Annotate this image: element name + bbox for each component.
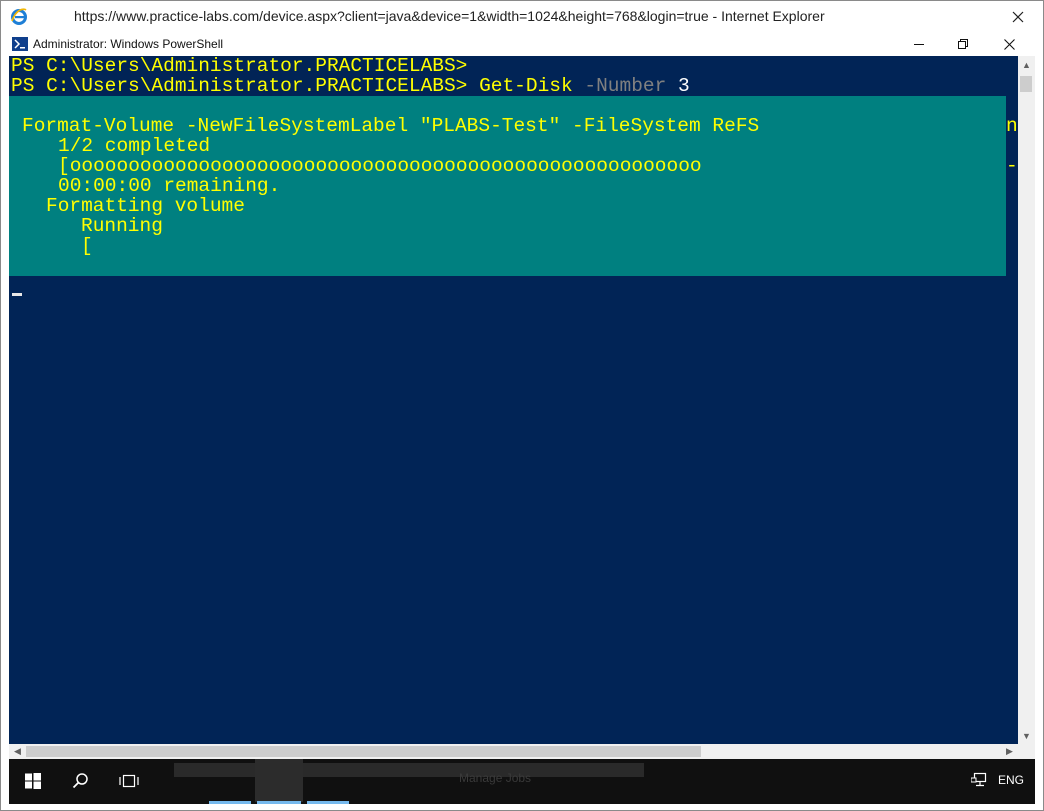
progress-bar: [ooooooooooooooooooooooooooooooooooooooo… (58, 155, 702, 177)
internet-explorer-icon (10, 7, 28, 25)
task-view-button[interactable] (105, 759, 153, 802)
scroll-up-icon[interactable]: ▲ (1018, 56, 1035, 73)
progress-panel: Format-Volume -NewFileSystemLabel "PLABS… (9, 96, 1018, 276)
powershell-window: Administrator: Windows PowerShell PS C:\… (9, 32, 1035, 759)
windows-start-icon (25, 772, 41, 789)
progress-activity: Format-Volume -NewFileSystemLabel "PLABS… (22, 115, 760, 137)
sub-progress-bar: [ (81, 235, 93, 257)
taskbar-app-indicator-3 (307, 801, 349, 804)
search-icon (72, 772, 88, 788)
browser-titlebar: https://www.practice-labs.com/device.asp… (1, 1, 1043, 32)
horizontal-scroll-thumb[interactable] (26, 746, 701, 757)
vertical-scrollbar[interactable]: ▲ ▼ (1018, 56, 1035, 744)
console-output[interactable]: PS C:\Users\Administrator.PRACTICELABS> … (9, 56, 1018, 744)
progress-status: 1/2 completed (58, 135, 211, 157)
prompt-line-2: PS C:\Users\Administrator.PRACTICELABS> … (11, 76, 690, 96)
taskbar-app-indicator-2 (257, 801, 301, 804)
command-value: 3 (678, 75, 690, 97)
restore-icon (958, 39, 968, 49)
close-icon (1012, 11, 1024, 22)
restore-button[interactable] (941, 32, 985, 56)
minimize-button[interactable] (897, 32, 941, 56)
task-view-icon (119, 774, 139, 787)
clipped-text: n (1006, 115, 1018, 137)
browser-window: https://www.practice-labs.com/device.asp… (0, 0, 1044, 811)
prompt-line-1: PS C:\Users\Administrator.PRACTICELABS> (11, 56, 468, 77)
powershell-titlebar: Administrator: Windows PowerShell (9, 32, 1035, 56)
sub-status: Running (81, 215, 163, 237)
scroll-right-icon[interactable]: ▶ (1001, 744, 1018, 759)
prompt-text: PS C:\Users\Administrator.PRACTICELABS> (11, 75, 468, 97)
scrollbar-corner (1018, 744, 1035, 759)
ghost-window-text: Manage Jobs (459, 771, 532, 785)
progress-remaining: 00:00:00 remaining. (58, 175, 281, 197)
taskbar: Manage Jobs ENG (9, 759, 1035, 804)
language-indicator[interactable]: ENG (998, 773, 1024, 787)
close-button[interactable] (987, 32, 1031, 56)
sub-activity: Formatting volume (46, 195, 245, 217)
command-param: -Number (584, 75, 667, 97)
taskbar-app-active[interactable] (255, 759, 303, 802)
taskbar-app-indicator-1 (209, 801, 251, 804)
powershell-title: Administrator: Windows PowerShell (33, 37, 224, 51)
browser-close-button[interactable] (993, 1, 1043, 32)
command-cmdlet: Get-Disk (479, 75, 573, 97)
close-icon (1003, 38, 1015, 50)
vertical-scroll-thumb[interactable] (1020, 76, 1032, 92)
network-icon[interactable] (970, 772, 989, 788)
minimize-icon (914, 44, 924, 45)
browser-title: https://www.practice-labs.com/device.asp… (74, 8, 825, 24)
search-button[interactable] (57, 759, 105, 802)
ghost-window-strip (174, 763, 644, 777)
text-cursor (12, 293, 22, 296)
remote-desktop: Administrator: Windows PowerShell PS C:\… (9, 32, 1035, 804)
clipped-bar-end: - (1006, 155, 1018, 177)
scroll-down-icon[interactable]: ▼ (1018, 727, 1035, 744)
powershell-icon (12, 37, 28, 51)
start-button[interactable] (9, 759, 57, 802)
scroll-left-icon[interactable]: ◀ (9, 744, 26, 759)
horizontal-scrollbar[interactable]: ◀ ▶ (9, 744, 1018, 759)
